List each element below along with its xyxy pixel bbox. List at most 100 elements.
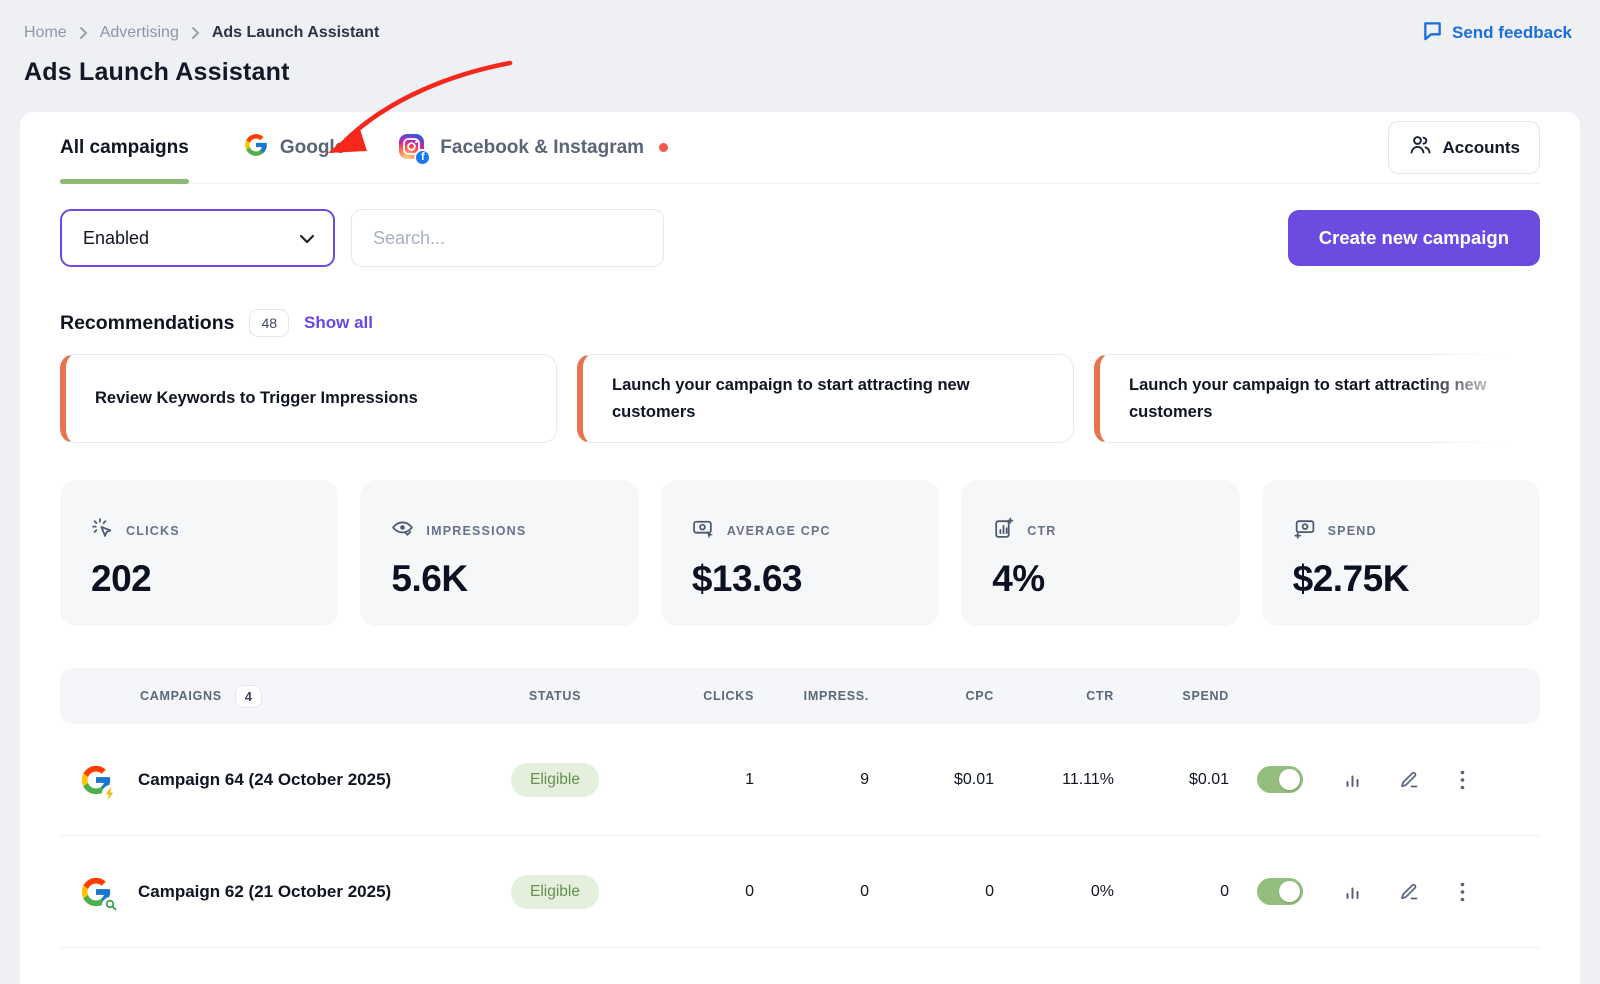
red-dot-icon xyxy=(659,143,668,152)
impressions-value: 0 xyxy=(760,883,875,901)
metric-card-impressions: IMPRESSIONS 5.6K xyxy=(360,480,638,626)
metric-label: CLICKS xyxy=(126,524,180,538)
metric-value: $2.75K xyxy=(1293,558,1540,600)
spend-value: 0 xyxy=(1120,883,1235,901)
cpc-value: $0.01 xyxy=(875,771,1000,789)
breadcrumb-current: Ads Launch Assistant xyxy=(212,24,379,42)
metrics-row: CLICKS 202 IMPRESSIONS 5.6K xyxy=(60,480,1540,626)
header-spend: SPEND xyxy=(1120,689,1235,703)
send-feedback-button[interactable]: Send feedback xyxy=(1422,20,1572,46)
recommendation-text: Review Keywords to Trigger Impressions xyxy=(95,385,418,411)
chevron-right-icon xyxy=(191,26,200,40)
metric-label: IMPRESSIONS xyxy=(426,524,526,538)
breadcrumb-home[interactable]: Home xyxy=(24,24,67,42)
bar-chart-icon[interactable] xyxy=(1325,882,1380,902)
header-status: STATUS xyxy=(490,689,620,703)
google-search-campaign-icon xyxy=(79,875,113,909)
campaigns-panel: All campaigns Google f Facebook & Instag… xyxy=(20,112,1580,984)
recommendation-cards: Review Keywords to Trigger Impressions L… xyxy=(60,354,1540,443)
breadcrumb: Home Advertising Ads Launch Assistant xyxy=(24,24,379,42)
show-all-link[interactable]: Show all xyxy=(304,313,373,333)
recommendation-text: Launch your campaign to start attracting… xyxy=(1129,372,1540,425)
breadcrumb-advertising[interactable]: Advertising xyxy=(100,24,179,42)
metric-value: 4% xyxy=(992,558,1239,600)
recommendation-text: Launch your campaign to start attracting… xyxy=(612,372,1044,425)
tab-facebook-instagram[interactable]: f Facebook & Instagram xyxy=(399,112,668,183)
recommendations-title: Recommendations xyxy=(60,312,234,335)
tab-all-campaigns[interactable]: All campaigns xyxy=(60,112,189,183)
chevron-down-icon xyxy=(299,228,315,249)
metric-label: AVERAGE CPC xyxy=(727,524,831,538)
impressions-value: 9 xyxy=(760,771,875,789)
status-badge: Eligible xyxy=(511,875,599,909)
google-performance-max-icon xyxy=(79,763,113,797)
money-cursor-icon xyxy=(692,517,715,545)
header-clicks: CLICKS xyxy=(620,689,760,703)
metric-card-clicks: CLICKS 202 xyxy=(60,480,338,626)
kebab-menu-icon[interactable] xyxy=(1438,882,1486,902)
recommendation-card[interactable]: Review Keywords to Trigger Impressions xyxy=(60,354,557,443)
metric-value: 5.6K xyxy=(391,558,638,600)
spend-value: $0.01 xyxy=(1120,771,1235,789)
table-header: CAMPAIGNS 4 STATUS CLICKS IMPRESS. CPC C… xyxy=(60,668,1540,724)
top-bar: Home Advertising Ads Launch Assistant Se… xyxy=(0,0,1600,46)
create-new-campaign-button[interactable]: Create new campaign xyxy=(1288,210,1540,266)
instagram-facebook-icon: f xyxy=(399,134,429,162)
table-row: Campaign 64 (24 October 2025) Eligible 1… xyxy=(60,724,1540,836)
ctr-value: 0% xyxy=(1000,883,1120,901)
tab-google[interactable]: Google xyxy=(243,112,345,183)
campaign-enabled-toggle[interactable] xyxy=(1257,878,1303,905)
cpc-value: 0 xyxy=(875,883,1000,901)
chevron-right-icon xyxy=(79,26,88,40)
metric-value: 202 xyxy=(91,558,338,600)
magnifier-icon xyxy=(102,897,119,914)
speech-bubble-icon xyxy=(1422,20,1443,46)
cursor-click-icon xyxy=(91,517,114,545)
metric-label: SPEND xyxy=(1328,524,1377,538)
lightning-bolt-icon xyxy=(102,785,119,802)
status-badge: Eligible xyxy=(511,763,599,797)
metric-card-spend: SPEND $2.75K xyxy=(1262,480,1540,626)
search-input[interactable] xyxy=(351,209,664,267)
tabs-row: All campaigns Google f Facebook & Instag… xyxy=(60,112,1540,184)
ctr-value: 11.11% xyxy=(1000,771,1120,789)
chart-document-icon xyxy=(992,517,1015,545)
campaign-name[interactable]: Campaign 62 (21 October 2025) xyxy=(138,882,391,902)
header-ctr: CTR xyxy=(1000,689,1120,703)
recommendation-card[interactable]: Launch your campaign to start attracting… xyxy=(1094,354,1540,443)
page-title: Ads Launch Assistant xyxy=(24,58,1600,87)
filter-row: Enabled Create new campaign xyxy=(60,209,1540,267)
accounts-button[interactable]: Accounts xyxy=(1388,121,1540,174)
recommendation-card[interactable]: Launch your campaign to start attracting… xyxy=(577,354,1074,443)
edit-pencil-icon[interactable] xyxy=(1380,881,1438,902)
metric-label: CTR xyxy=(1027,524,1056,538)
metric-card-ctr: CTR 4% xyxy=(961,480,1239,626)
header-cpc: CPC xyxy=(875,689,1000,703)
edit-pencil-icon[interactable] xyxy=(1380,769,1438,790)
recommendations-count-badge: 48 xyxy=(249,309,289,337)
table-row: Campaign 62 (21 October 2025) Eligible 0… xyxy=(60,836,1540,948)
google-g-icon xyxy=(243,132,269,164)
metric-value: $13.63 xyxy=(692,558,939,600)
header-impressions: IMPRESS. xyxy=(760,689,875,703)
accounts-button-label: Accounts xyxy=(1443,138,1520,158)
metric-card-average-cpc: AVERAGE CPC $13.63 xyxy=(661,480,939,626)
campaigns-count-badge: 4 xyxy=(235,685,262,708)
status-filter-value: Enabled xyxy=(83,228,149,249)
eye-check-icon xyxy=(391,517,414,545)
money-plus-icon xyxy=(1293,517,1316,545)
tab-google-label: Google xyxy=(280,137,345,159)
campaigns-table: CAMPAIGNS 4 STATUS CLICKS IMPRESS. CPC C… xyxy=(60,668,1540,948)
kebab-menu-icon[interactable] xyxy=(1438,770,1486,790)
clicks-value: 0 xyxy=(620,883,760,901)
campaign-enabled-toggle[interactable] xyxy=(1257,766,1303,793)
ads-launch-assistant-screen: Home Advertising Ads Launch Assistant Se… xyxy=(0,0,1600,984)
campaign-name[interactable]: Campaign 64 (24 October 2025) xyxy=(138,770,391,790)
header-campaigns: CAMPAIGNS xyxy=(140,689,222,703)
bar-chart-icon[interactable] xyxy=(1325,770,1380,790)
people-icon xyxy=(1408,133,1432,162)
clicks-value: 1 xyxy=(620,771,760,789)
send-feedback-label: Send feedback xyxy=(1452,23,1572,43)
tab-all-campaigns-label: All campaigns xyxy=(60,137,189,159)
status-filter-select[interactable]: Enabled xyxy=(60,209,335,267)
